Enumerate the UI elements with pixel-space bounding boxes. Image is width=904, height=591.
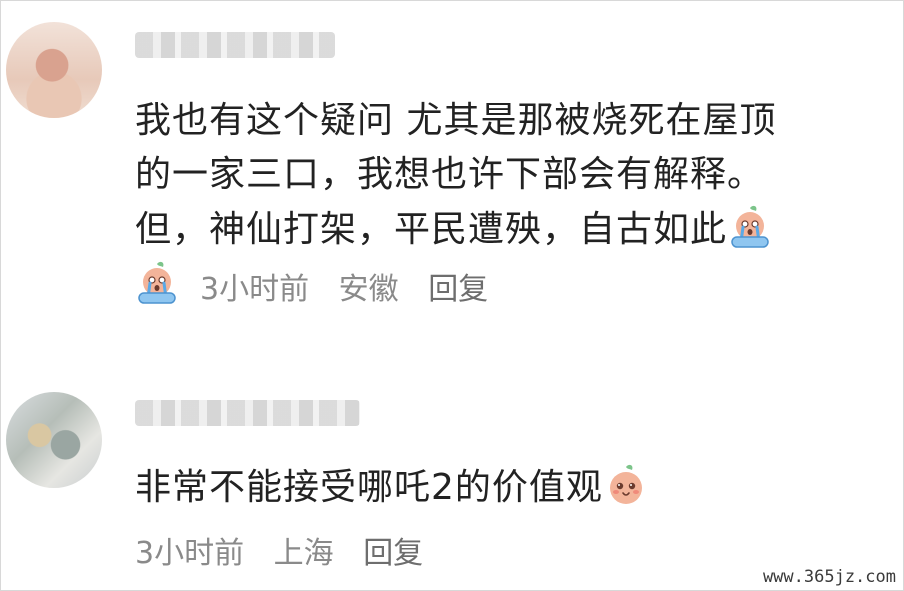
blurred-username[interactable] bbox=[135, 32, 335, 58]
reply-button[interactable]: 回复 bbox=[363, 536, 423, 571]
crying-peach-icon bbox=[731, 205, 769, 248]
comment-location: 上海 bbox=[273, 536, 334, 571]
comment-meta: 3小时前 安徽 回复 bbox=[200, 264, 508, 308]
crying-peach-icon bbox=[138, 261, 176, 304]
comment-location: 安徽 bbox=[338, 272, 399, 307]
comment-text-line: 的一家三口，我想也许下部会有解释。 bbox=[135, 154, 765, 195]
comment-text-line: 我也有这个疑问 尤其是那被烧死在屋顶 bbox=[135, 100, 777, 141]
smiling-peach-icon bbox=[609, 464, 642, 504]
comment-time: 3小时前 bbox=[200, 272, 310, 307]
avatar[interactable] bbox=[6, 392, 102, 488]
comment-text-line: 非常不能接受哪吒2的价值观 bbox=[135, 460, 649, 516]
blurred-username[interactable] bbox=[135, 400, 360, 426]
watermark-text: www.365jz.com bbox=[760, 567, 898, 587]
avatar[interactable] bbox=[6, 22, 102, 118]
reply-button[interactable]: 回复 bbox=[428, 272, 488, 307]
comment-time: 3小时前 bbox=[135, 536, 245, 571]
comment-meta: 3小时前 上海 回复 bbox=[135, 528, 443, 572]
comment-text-line: 但，神仙打架，平民遭殃，自古如此 bbox=[135, 202, 773, 258]
